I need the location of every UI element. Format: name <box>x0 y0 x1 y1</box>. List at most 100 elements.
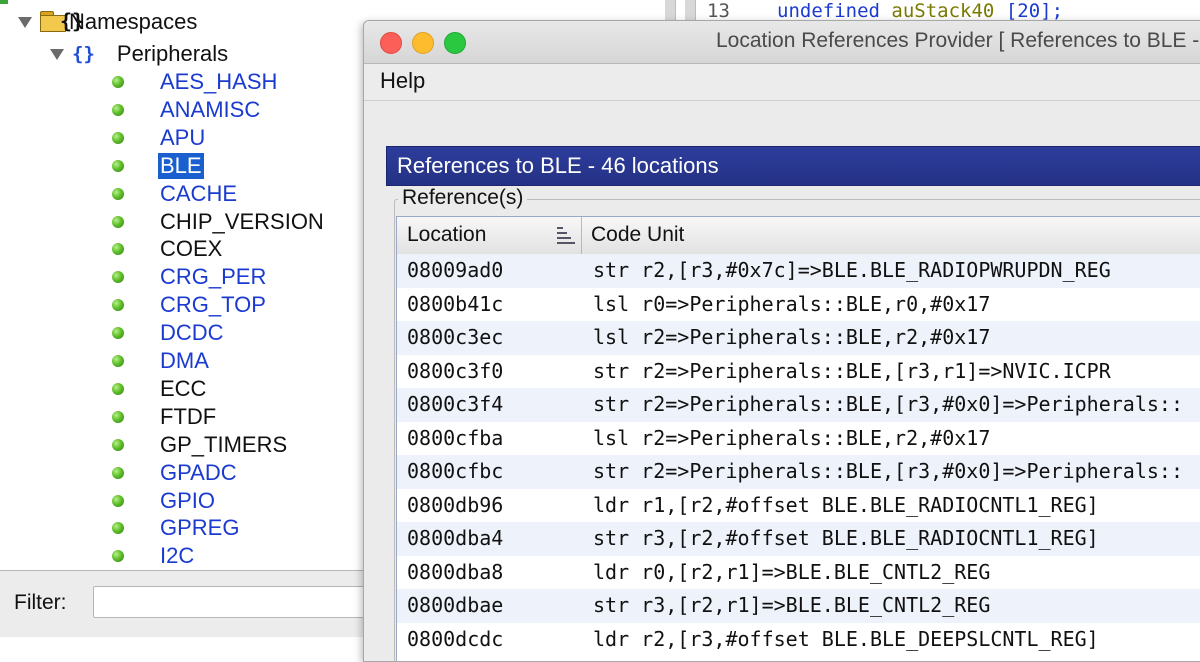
location-cell: 0800dba4 <box>407 526 504 550</box>
peripheral-icon <box>112 103 124 116</box>
tree-leaf-label: ECC <box>160 375 207 401</box>
table-row[interactable]: 0800cfba lsl r2=>Peripherals::BLE,r2,#0x1… <box>397 422 1200 456</box>
tree-leaf-item[interactable]: ANAMISC <box>112 96 260 124</box>
peripheral-icon <box>112 522 124 535</box>
tree-leaf-label: BLE <box>158 152 204 179</box>
tree-leaf-item[interactable]: I2C <box>112 542 194 570</box>
tree-leaf-label: DMA <box>160 348 209 373</box>
tree-leaf-label: ANAMISC <box>160 96 261 122</box>
code-rest: [20]; <box>1005 0 1064 22</box>
tree-leaf-item[interactable]: GPREG <box>112 514 239 542</box>
code-unit-cell: lsl r0=>Peripherals::BLE,r0,#0x17 <box>593 291 991 316</box>
table-row[interactable]: 0800dba8 ldr r0,[r2,r1]=>BLE.BLE_CNTL2_RE… <box>397 556 1200 590</box>
code-line: undefined auStack40 [20]; <box>777 0 1063 22</box>
table-row[interactable]: 0800db96 ldr r1,[r2,#offset BLE.BLE_RADIO… <box>397 489 1200 523</box>
tree-leaf-item[interactable]: CACHE <box>112 180 237 208</box>
references-group-label: Reference(s) <box>398 186 528 210</box>
tree-leaf-item[interactable]: DCDC <box>112 319 224 347</box>
table-row[interactable]: 0800b41c lsl r0=>Peripherals::BLE,r0,#0x1… <box>397 288 1200 322</box>
close-window-button[interactable] <box>380 32 402 54</box>
tree-leaf-item[interactable]: APU <box>112 124 205 152</box>
tree-node-label: Namespaces <box>69 9 198 34</box>
location-cell: 0800c3f0 <box>407 358 504 383</box>
dialog-content: References to BLE - 46 locations Referen… <box>364 101 1200 661</box>
code-unit-cell: str r2,[r3,#0x7c]=>BLE.BLE_RADIOPWRUPDN_… <box>593 258 1111 282</box>
filter-label: Filter: <box>14 591 67 614</box>
tree-leaf-label: DCDC <box>160 320 224 346</box>
table-row[interactable]: 0800c3f0 str r2=>Peripherals::BLE,[r3,r1]… <box>397 355 1200 389</box>
tree-leaf-label: COEX <box>160 236 223 262</box>
tree-leaf-item[interactable]: CRG_TOP <box>112 291 266 319</box>
code-unit-cell: str r2=>Peripherals::BLE,[r3,r1]=>NVIC.I… <box>593 358 1111 383</box>
chevron-down-icon[interactable] <box>18 16 32 28</box>
peripheral-icon <box>112 131 124 144</box>
table-row[interactable]: 0800dcdc ldr r2,[r3,#offset BLE.BLE_DEEPS… <box>397 623 1200 657</box>
tree-leaf-label: FTDF <box>160 403 217 429</box>
table-row[interactable]: 0800cfbc str r2=>Peripherals::BLE,[r3,#0x… <box>397 455 1200 489</box>
table-row[interactable]: 0800dba4 str r3,[r2,#offset BLE.BLE_RADIO… <box>397 522 1200 556</box>
location-cell: 0800c3f4 <box>407 392 504 416</box>
tree-node-namespaces[interactable]: {} Namespaces <box>18 8 197 36</box>
tree-leaf-item[interactable]: AES_HASH <box>112 68 277 96</box>
filter-input[interactable] <box>93 586 365 618</box>
peripheral-icon <box>112 271 124 284</box>
location-cell: 08009ad0 <box>407 258 504 282</box>
tree-leaf-label: CHIP_VERSION <box>160 208 324 234</box>
menu-bar: Help <box>364 64 1200 101</box>
location-references-dialog: Location References Provider [ Reference… <box>363 20 1200 662</box>
peripheral-icon <box>112 410 124 423</box>
peripheral-icon <box>112 327 124 340</box>
tree-leaf-item[interactable]: DMA <box>112 347 209 375</box>
chevron-down-icon[interactable] <box>50 48 64 60</box>
code-unit-cell: str r3,[r2,#offset BLE.BLE_RADIOCNTL1_RE… <box>593 526 1099 550</box>
location-cell: 0800db96 <box>407 492 504 517</box>
peripheral-icon <box>112 215 124 228</box>
tree-leaf-item[interactable]: COEX <box>112 235 222 263</box>
tree-leaf-item[interactable]: CRG_PER <box>112 263 266 291</box>
table-row[interactable]: 08009ad0 str r2,[r3,#0x7c]=>BLE.BLE_RADIO… <box>397 254 1200 288</box>
tree-leaf-item[interactable]: BLE <box>112 152 204 180</box>
tree-leaf-item[interactable]: GP_TIMERS <box>112 431 287 459</box>
column-header-location[interactable]: Location <box>407 223 486 247</box>
column-header-code-unit[interactable]: Code Unit <box>591 223 684 247</box>
tree-leaf-label: GPIO <box>160 487 216 513</box>
tree-node-peripherals[interactable]: {} Peripherals <box>50 40 228 68</box>
tree-leaf-item[interactable]: FTDF <box>112 403 216 431</box>
peripheral-icon <box>112 494 124 507</box>
peripheral-icon <box>112 299 124 312</box>
minimize-window-button[interactable] <box>412 32 434 54</box>
location-cell: 0800cfbc <box>407 459 504 483</box>
filter-bar: Filter: <box>0 570 365 637</box>
tree-leaf-item[interactable]: GPADC <box>112 459 237 487</box>
location-cell: 0800b41c <box>407 291 504 316</box>
code-variable: auStack40 <box>891 0 995 22</box>
references-header: References to BLE - 46 locations <box>386 146 1200 186</box>
sort-icon[interactable] <box>557 225 575 245</box>
tree-leaf-label: CRG_TOP <box>160 292 266 318</box>
location-cell: 0800cfba <box>407 425 504 450</box>
tree-leaf-item[interactable]: GPIO <box>112 487 215 515</box>
location-cell: 0800dcdc <box>407 626 504 651</box>
table-row[interactable]: 0800dbae str r3,[r2,r1]=>BLE.BLE_CNTL2_RE… <box>397 589 1200 623</box>
code-unit-cell: str r2=>Peripherals::BLE,[r3,#0x0]=>Peri… <box>593 459 1184 483</box>
location-cell: 0800dbae <box>407 593 504 617</box>
code-unit-cell: str r3,[r2,r1]=>BLE.BLE_CNTL2_REG <box>593 593 991 617</box>
line-number: 13 <box>707 0 730 22</box>
tree-leaf-item[interactable]: CHIP_VERSION <box>112 208 324 236</box>
code-keyword: undefined <box>777 0 880 22</box>
table-row[interactable]: 0800c3ec lsl r2=>Peripherals::BLE,r2,#0x1… <box>397 321 1200 355</box>
symbol-tree-panel: {} Namespaces {} Peripherals AES_HASH ANA… <box>0 0 365 637</box>
window-titlebar[interactable]: Location References Provider [ Reference… <box>364 21 1200 64</box>
menu-help[interactable]: Help <box>380 68 425 94</box>
tree-leaf-label: CRG_PER <box>160 264 267 290</box>
maximize-window-button[interactable] <box>444 32 466 54</box>
table-row[interactable]: 0800c3f4 str r2=>Peripherals::BLE,[r3,#0x… <box>397 388 1200 422</box>
peripheral-icon <box>112 466 124 479</box>
code-unit-cell: lsl r2=>Peripherals::BLE,r2,#0x17 <box>593 325 991 349</box>
peripheral-icon <box>112 159 124 172</box>
peripheral-icon <box>112 355 124 367</box>
peripheral-icon <box>112 187 124 200</box>
code-unit-cell: ldr r2,[r3,#offset BLE.BLE_DEEPSLCNTL_RE… <box>593 626 1099 651</box>
tree-leaf-label: APU <box>160 124 206 150</box>
tree-leaf-item[interactable]: ECC <box>112 375 206 403</box>
